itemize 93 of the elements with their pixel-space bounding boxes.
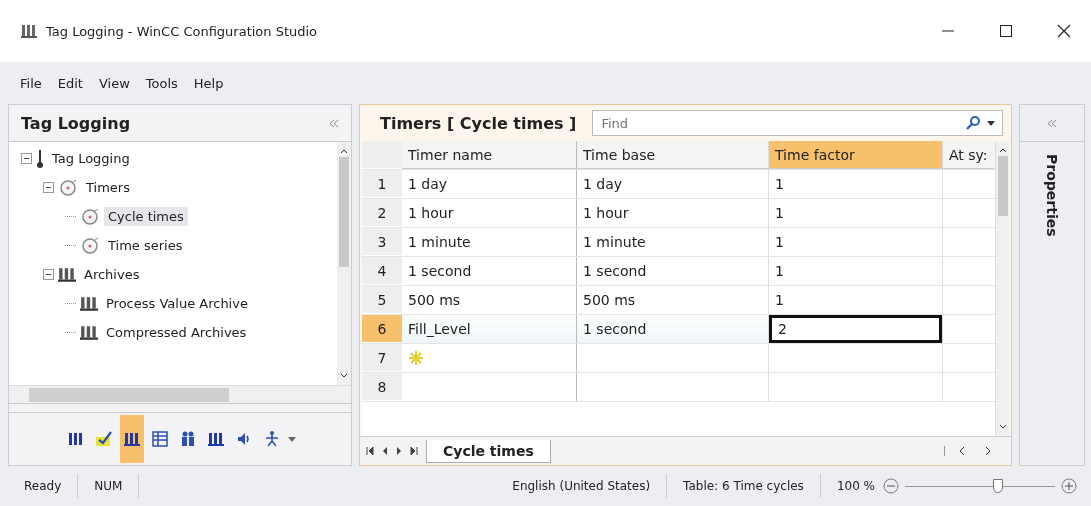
panel-title: Tag Logging — [21, 113, 131, 133]
menu-item[interactable]: Help — [193, 75, 224, 91]
dropdown-arrow-icon[interactable] — [987, 120, 995, 126]
sheet-tab[interactable]: Cycle times — [426, 439, 551, 463]
column-header[interactable]: Time factor — [769, 141, 943, 169]
row-number: 4 — [362, 257, 402, 285]
table-cell: 1 second — [408, 263, 472, 279]
table-cell: 1 second — [583, 263, 647, 279]
collapse-icon[interactable] — [43, 269, 54, 280]
archive-icon — [207, 430, 225, 448]
person-icon — [263, 430, 281, 448]
table-cell: Fill_Level — [408, 321, 471, 337]
table-cell: 1 second — [583, 321, 647, 337]
tree-item[interactable]: Time series — [104, 236, 187, 255]
last-sheet-icon[interactable] — [410, 447, 418, 455]
table-cell-text: 1 — [774, 234, 785, 250]
zoom-percentage: 100 % — [835, 479, 876, 493]
table-cell-text: 1 — [774, 263, 785, 279]
row-number: 8 — [362, 373, 402, 401]
status-text: Ready — [8, 474, 79, 498]
table-cell: 1 day — [408, 176, 448, 192]
tree-item[interactable]: Cycle times — [104, 207, 188, 226]
row-number: 5 — [362, 286, 402, 314]
selected-cell[interactable]: 2 — [769, 315, 942, 343]
editor-title: Timers [ Cycle times ] — [380, 113, 577, 133]
table-cell: 500 ms — [408, 292, 461, 308]
scroll-thumb[interactable] — [339, 157, 349, 267]
window-title: Tag Logging - WinCC Configuration Studio — [46, 23, 318, 39]
next-sheet-icon[interactable] — [396, 447, 402, 455]
scroll-thumb[interactable] — [997, 156, 1008, 216]
clock-icon — [58, 178, 78, 197]
archive-icon — [123, 430, 141, 448]
table-cell: 1 minute — [408, 234, 471, 250]
tree-item[interactable]: Compressed Archives — [102, 323, 251, 342]
table-cell-text: 1 — [774, 205, 785, 221]
slider-thumb[interactable] — [993, 479, 1003, 493]
bar-chart-icon — [67, 430, 85, 448]
search-icon[interactable] — [965, 115, 981, 131]
table-cell: 1 hour — [408, 205, 454, 221]
checkmark-icon — [95, 430, 113, 448]
scroll-right-icon[interactable] — [985, 446, 991, 456]
archive-icon — [80, 294, 98, 313]
column-header[interactable]: Timer name — [402, 141, 577, 169]
tree-item[interactable]: Tag Logging — [48, 149, 134, 168]
zoom-out-icon[interactable] — [883, 478, 899, 494]
tree-item[interactable]: Archives — [80, 265, 144, 284]
archive-icon — [80, 323, 98, 342]
column-header[interactable]: At sy: — [943, 141, 995, 169]
thermometer-icon — [36, 148, 44, 169]
table-cell-text: 1 — [774, 176, 785, 192]
menu-item[interactable]: Edit — [57, 75, 83, 91]
table-cell: 1 hour — [583, 205, 629, 221]
scroll-thumb[interactable] — [29, 388, 229, 402]
column-header[interactable]: Time base — [577, 141, 769, 169]
menu-item[interactable]: View — [98, 75, 130, 91]
table-cell: 500 ms — [583, 292, 636, 308]
tree-item[interactable]: Process Value Archive — [102, 294, 252, 313]
clock-icon — [80, 207, 100, 226]
new-row-icon — [408, 350, 424, 366]
row-number: 7 — [362, 344, 402, 372]
collapse-icon[interactable] — [43, 182, 54, 193]
scrollbar[interactable] — [337, 142, 351, 385]
table-cell: 1 day — [583, 176, 623, 192]
maximize-icon[interactable] — [999, 24, 1013, 38]
zoom-in-icon[interactable] — [1061, 478, 1077, 494]
app-icon — [20, 23, 38, 39]
first-sheet-icon[interactable] — [366, 447, 374, 455]
row-number: 3 — [362, 228, 402, 256]
num-lock-indicator: NUM — [78, 474, 140, 498]
toolbar-button[interactable] — [120, 415, 144, 463]
people-icon — [179, 430, 197, 448]
table-cell: 1 minute — [583, 234, 646, 250]
menu-item[interactable]: File — [20, 75, 42, 91]
language-indicator: English (United States) — [496, 474, 668, 498]
tree-item[interactable]: Timers — [82, 178, 134, 197]
menu-item[interactable]: Tools — [145, 75, 178, 91]
table-cell-text: 1 — [774, 292, 785, 308]
archive-icon — [58, 265, 76, 284]
previous-sheet-icon[interactable] — [382, 447, 388, 455]
search-field[interactable]: Find — [592, 110, 1003, 136]
row-number: 1 — [362, 170, 402, 198]
collapse-icon[interactable] — [21, 153, 32, 164]
scroll-left-icon[interactable] — [959, 446, 965, 456]
table-icon — [151, 430, 169, 448]
splitter-handle[interactable] — [9, 403, 351, 413]
close-icon[interactable] — [1057, 24, 1071, 38]
clock-icon — [80, 236, 100, 255]
scrollbar[interactable] — [995, 141, 1009, 436]
expand-icon[interactable] — [1047, 118, 1057, 128]
properties-tab[interactable]: Properties — [1044, 154, 1060, 237]
row-number: 6 — [362, 315, 402, 343]
row-number: 2 — [362, 199, 402, 227]
table-info: Table: 6 Time cycles — [667, 474, 821, 498]
